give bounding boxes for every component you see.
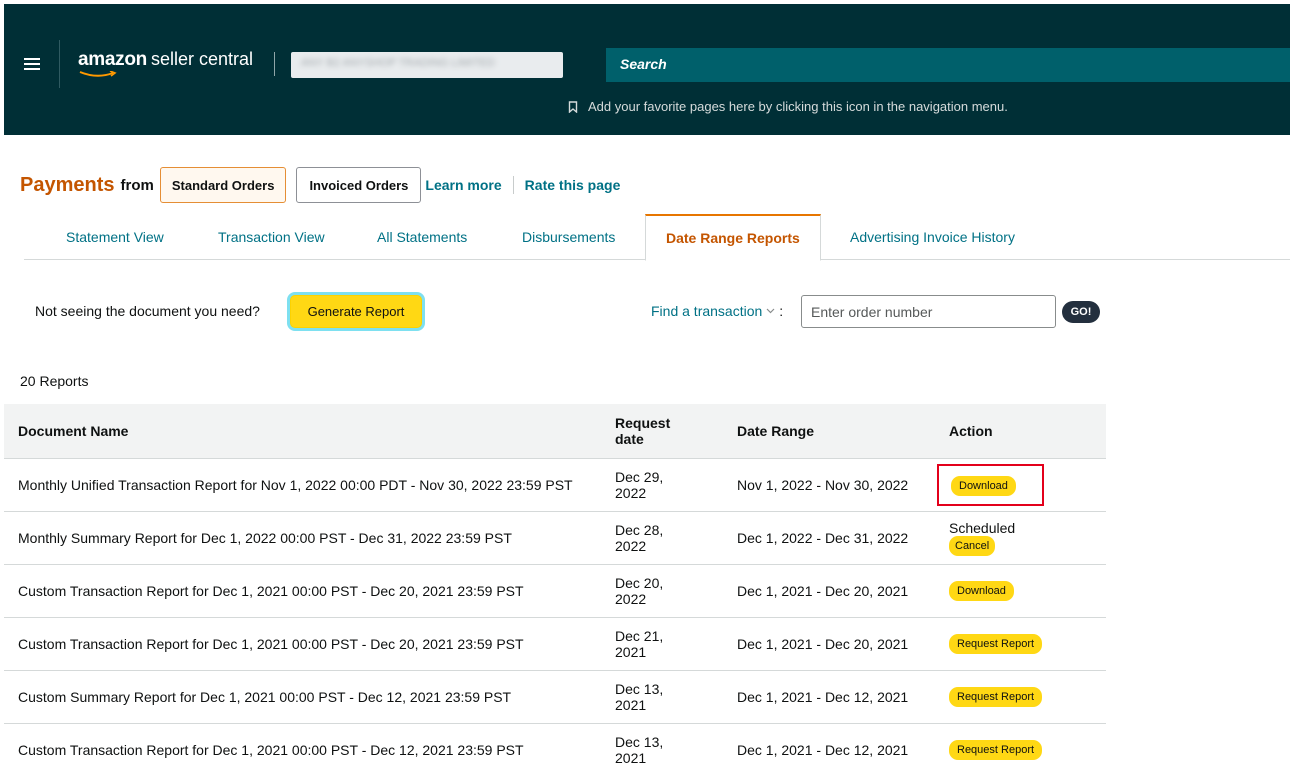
document-name: Monthly Unified Transaction Report for N… (4, 457, 615, 511)
payments-from-label: from (120, 176, 154, 194)
table-row: Custom Summary Report for Dec 1, 2021 00… (4, 669, 1106, 723)
find-transaction-label: Find a transaction (651, 303, 763, 319)
seller-central-logo[interactable]: amazon seller central (78, 49, 253, 79)
search-placeholder: Search (620, 56, 667, 72)
search-input[interactable]: Search (606, 48, 1290, 82)
report-count: 20 Reports (20, 373, 89, 389)
table-row: Monthly Unified Transaction Report for N… (4, 457, 1106, 511)
column-header-date-range: Date Range (737, 422, 815, 439)
request-date: Dec 13, 2021 (615, 722, 737, 776)
account-switcher[interactable]: ANY B2 ANYSHOP TRADING LIMITED (291, 52, 563, 78)
page-title: Payments (20, 173, 115, 196)
action-cell: Request Report (949, 669, 1106, 723)
request-date: Dec 13, 2021 (615, 669, 737, 723)
tab-advertising-invoice-history[interactable]: Advertising Invoice History (850, 214, 1015, 260)
request-report-button[interactable]: Request Report (949, 633, 1043, 654)
payments-header: Payments from Standard Orders Invoiced O… (20, 167, 620, 203)
action-cell: Download (949, 563, 1106, 617)
date-range: Dec 1, 2022 - Dec 31, 2022 (737, 510, 949, 564)
document-name: Custom Transaction Report for Dec 1, 202… (4, 616, 615, 670)
action-cell: Scheduled Cancel (949, 510, 1106, 564)
hamburger-menu-icon (23, 58, 40, 70)
rate-page-link[interactable]: Rate this page (525, 177, 621, 193)
order-number-input[interactable] (801, 295, 1056, 328)
download-button[interactable]: Download (951, 475, 1016, 496)
reports-table: Document Name Request date Date Range Ac… (4, 404, 1106, 776)
favorites-hint-text: Add your favorite pages here by clicking… (588, 99, 1008, 114)
tab-date-range-reports[interactable]: Date Range Reports (645, 214, 821, 261)
account-name: ANY B2 ANYSHOP TRADING LIMITED (301, 57, 495, 69)
hamburger-menu-button[interactable] (4, 40, 60, 88)
chevron-down-icon (766, 308, 775, 314)
request-date: Dec 29, 2022 (615, 457, 737, 511)
date-range: Dec 1, 2021 - Dec 20, 2021 (737, 616, 949, 670)
request-date: Dec 20, 2022 (615, 563, 737, 617)
find-transaction-dropdown[interactable]: Find a transaction : (651, 303, 783, 319)
find-transaction-colon: : (779, 303, 784, 319)
date-range: Dec 1, 2021 - Dec 20, 2021 (737, 563, 949, 617)
tab-disbursements[interactable]: Disbursements (522, 214, 615, 260)
document-name: Custom Transaction Report for Dec 1, 202… (4, 722, 615, 776)
column-header-request-date: Request date (615, 414, 671, 447)
go-button[interactable]: GO! (1062, 301, 1100, 323)
top-navigation-row: amazon seller central ANY B2 ANYSHOP TRAD… (4, 40, 1290, 88)
tab-all-statements[interactable]: All Statements (377, 214, 467, 260)
request-date: Dec 21, 2021 (615, 616, 737, 670)
highlight-box: Download (937, 463, 1044, 506)
action-cell: Request Report (949, 722, 1106, 776)
not-seeing-text: Not seeing the document you need? (35, 303, 260, 319)
action-cell: Download (937, 457, 1106, 511)
table-row: Monthly Summary Report for Dec 1, 2022 0… (4, 510, 1106, 564)
table-row: Custom Transaction Report for Dec 1, 202… (4, 722, 1106, 776)
top-navigation-bar: amazon seller central ANY B2 ANYSHOP TRAD… (4, 4, 1290, 135)
column-header-action: Action (949, 422, 993, 439)
request-report-button[interactable]: Request Report (949, 686, 1043, 707)
document-name: Monthly Summary Report for Dec 1, 2022 0… (4, 510, 615, 564)
standard-orders-button[interactable]: Standard Orders (159, 167, 287, 203)
scheduled-status: Scheduled (949, 519, 1016, 536)
invoiced-orders-button[interactable]: Invoiced Orders (296, 167, 422, 203)
document-name: Custom Summary Report for Dec 1, 2021 00… (4, 669, 615, 723)
bookmark-icon (568, 100, 578, 113)
table-header-row: Document Name Request date Date Range Ac… (4, 404, 1106, 458)
generate-report-button[interactable]: Generate Report (290, 295, 422, 328)
favorites-hint: Add your favorite pages here by clicking… (568, 99, 1008, 114)
logo-product: seller central (150, 49, 253, 69)
amazon-smile-icon (79, 71, 117, 77)
request-report-button[interactable]: Request Report (949, 739, 1043, 760)
date-range: Nov 1, 2022 - Nov 30, 2022 (737, 457, 949, 511)
table-row: Custom Transaction Report for Dec 1, 202… (4, 563, 1106, 617)
date-range: Dec 1, 2021 - Dec 12, 2021 (737, 669, 949, 723)
cancel-button[interactable]: Cancel (949, 535, 996, 556)
learn-more-link[interactable]: Learn more (425, 177, 501, 193)
tab-statement-view[interactable]: Statement View (66, 214, 164, 260)
request-date: Dec 28, 2022 (615, 510, 737, 564)
link-divider (512, 176, 514, 194)
payments-tabs: Statement View Transaction View All Stat… (24, 214, 1290, 261)
column-header-document-name: Document Name (18, 422, 129, 439)
action-cell: Request Report (949, 616, 1106, 670)
logo-divider (274, 52, 275, 76)
logo-brand: amazon (78, 49, 147, 70)
table-row: Custom Transaction Report for Dec 1, 202… (4, 616, 1106, 670)
download-button[interactable]: Download (949, 580, 1014, 601)
document-name: Custom Transaction Report for Dec 1, 202… (4, 563, 615, 617)
date-range: Dec 1, 2021 - Dec 12, 2021 (737, 722, 949, 776)
tab-transaction-view[interactable]: Transaction View (218, 214, 325, 260)
